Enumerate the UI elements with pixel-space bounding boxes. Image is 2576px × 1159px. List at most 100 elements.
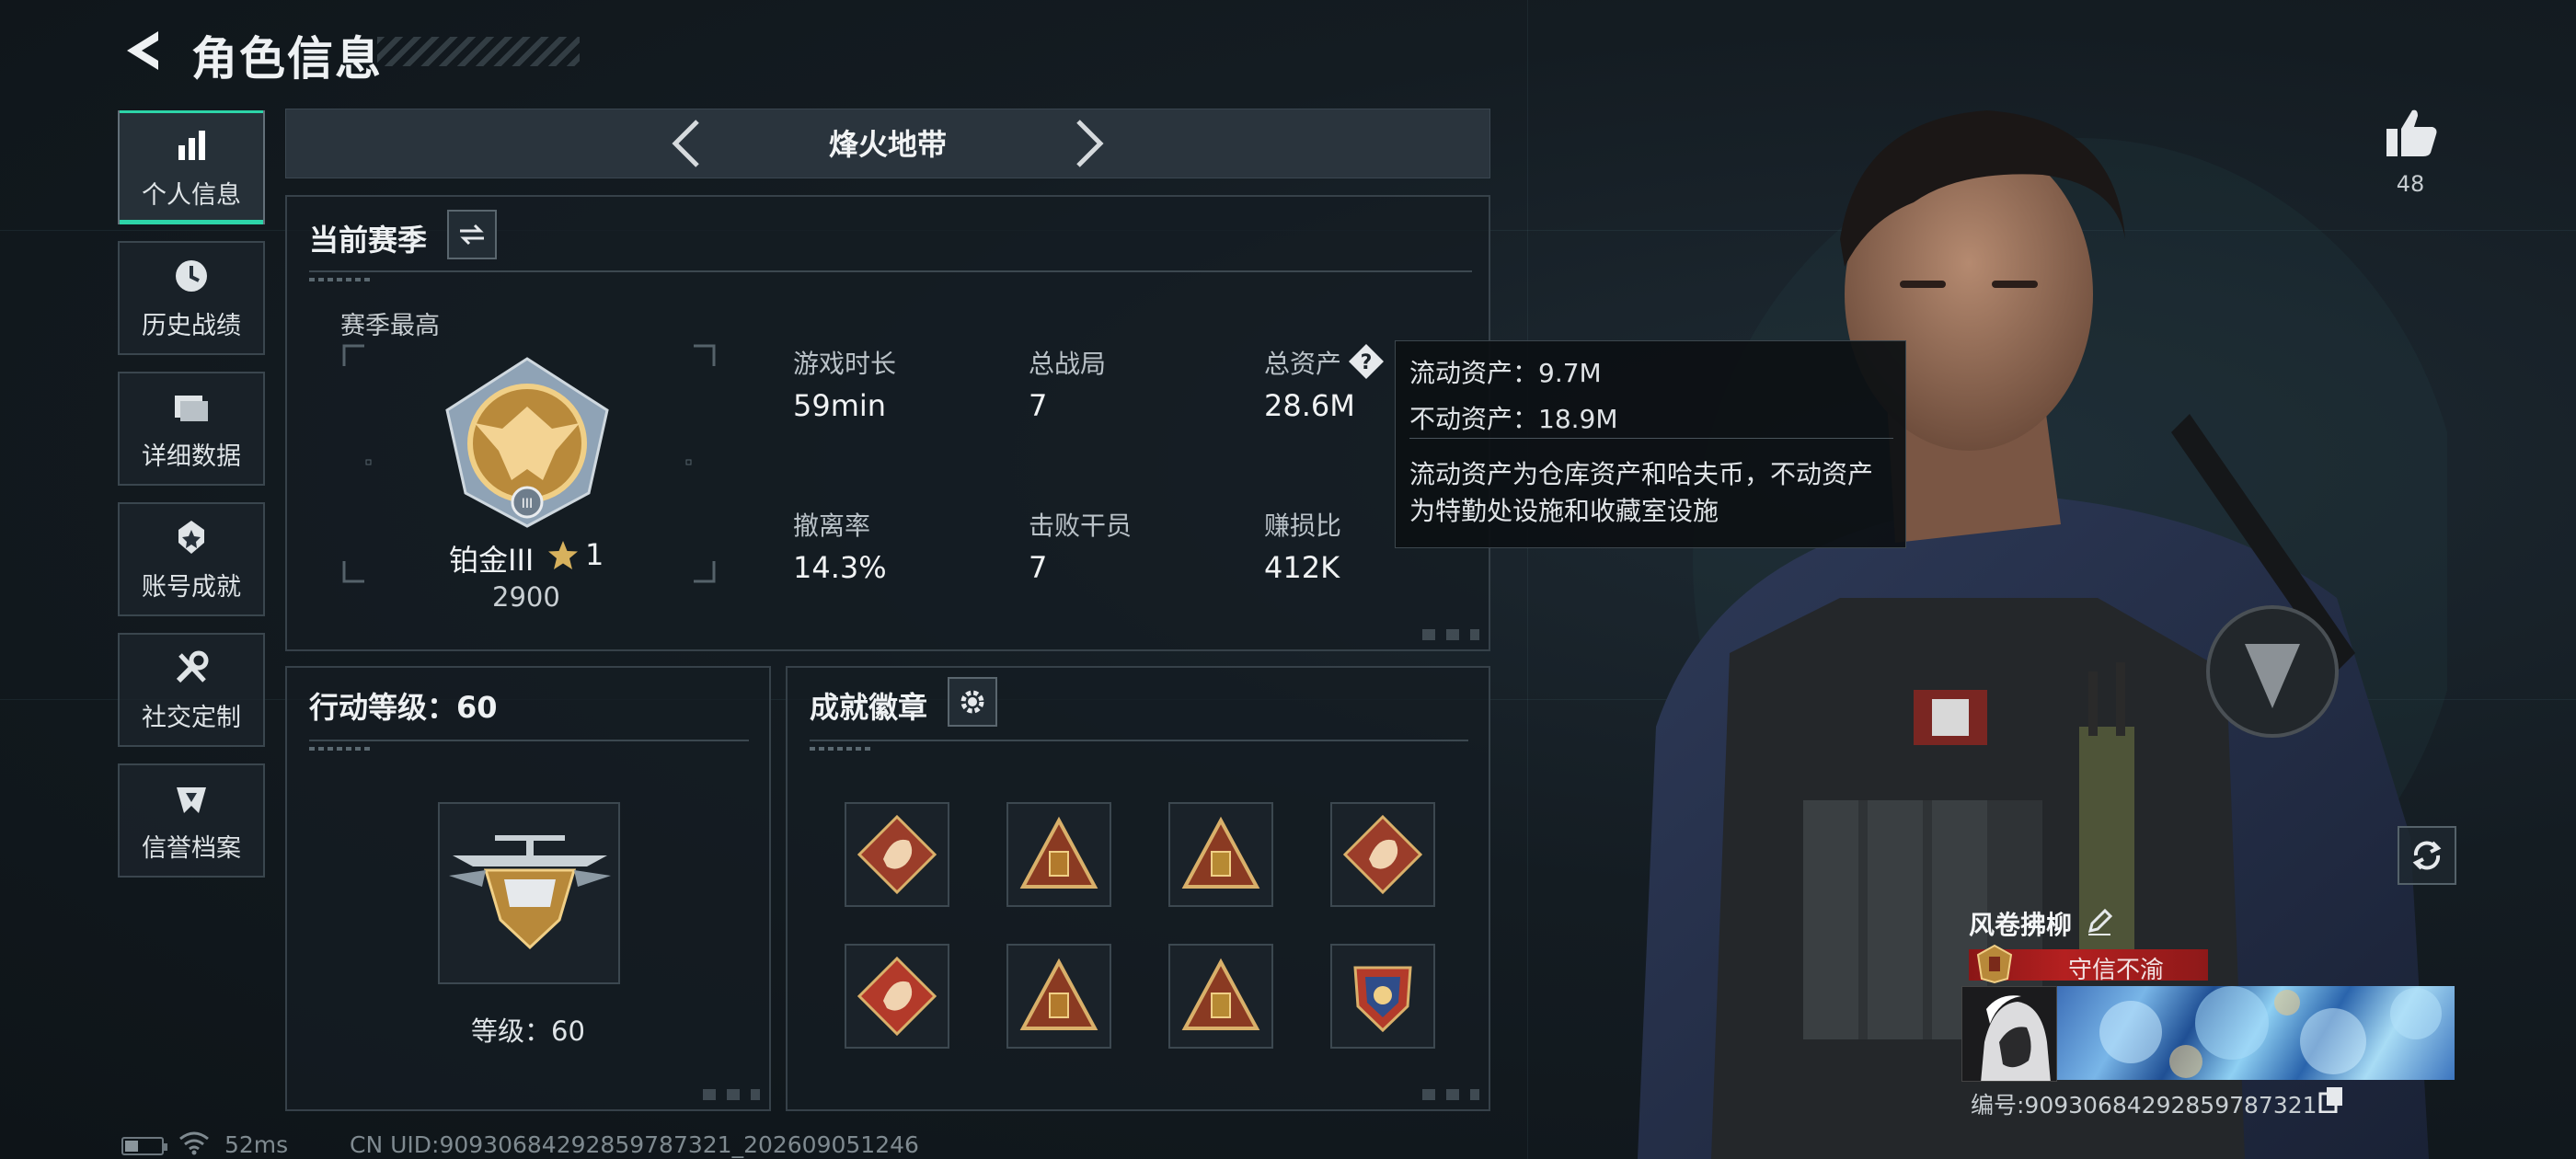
- back-button[interactable]: [118, 26, 166, 75]
- season-title: 当前赛季: [309, 223, 428, 258]
- nav-label: 社交定制: [142, 703, 241, 732]
- divider: [810, 740, 1468, 741]
- badge-slot[interactable]: [1330, 944, 1435, 1049]
- stat-label-assets: 总资产: [1264, 349, 1342, 379]
- avatar[interactable]: [1961, 986, 2057, 1082]
- wifi-icon: [179, 1131, 209, 1155]
- gear-icon: [960, 690, 984, 714]
- badge-slot[interactable]: [1330, 802, 1435, 907]
- tooltip-description-2: 为特勤处设施和收藏室设施: [1409, 496, 1719, 526]
- folder-icon: [175, 395, 208, 421]
- divider-decoration: [309, 747, 374, 751]
- badges-title: 成就徽章: [810, 690, 928, 725]
- rank-emblem-icon: III: [445, 357, 609, 528]
- nav-item-personal-info[interactable]: 个人信息: [118, 110, 265, 224]
- rotate-model-button[interactable]: [2398, 826, 2456, 885]
- dragon-badge-icon: [1342, 814, 1423, 895]
- badges-settings-button[interactable]: [948, 677, 997, 727]
- page-title: 角色信息: [191, 32, 383, 86]
- edit-name-icon[interactable]: [2085, 907, 2114, 936]
- stat-label-kills: 击败干员: [1029, 511, 1133, 541]
- dragon-badge-icon: [857, 814, 937, 895]
- stat-value-extract-rate: 14.3%: [793, 550, 887, 585]
- avatar-portrait: [1962, 987, 2056, 1081]
- battery-level: [125, 1141, 138, 1152]
- stat-value-kills: 7: [1029, 550, 1048, 585]
- season-best-label: 赛季最高: [340, 312, 440, 340]
- divider: [309, 740, 749, 741]
- badge-slot[interactable]: [1168, 802, 1273, 907]
- tools-icon: [176, 650, 209, 683]
- nav-label: 信誉档案: [142, 833, 241, 863]
- flower-pattern: [2099, 986, 2442, 1078]
- panel-decoration: [1415, 1089, 1479, 1100]
- mode-next-button[interactable]: [1060, 116, 1115, 171]
- rank-score: 2900: [492, 581, 560, 613]
- clock-icon: [176, 259, 207, 292]
- stat-label-playtime: 游戏时长: [793, 349, 897, 379]
- season-switch-button[interactable]: [447, 210, 497, 259]
- copy-icon[interactable]: [2318, 1085, 2344, 1113]
- nav-item-social[interactable]: 社交定制: [118, 633, 265, 747]
- nav-label: 个人信息: [142, 180, 241, 210]
- helicopter-emblem-icon: [449, 835, 611, 950]
- level-label: 等级：60: [471, 1016, 585, 1047]
- mode-label: 烽火地带: [828, 127, 947, 162]
- badge-slot[interactable]: [845, 944, 949, 1049]
- player-name: 风卷拂柳: [1969, 910, 2073, 940]
- mode-prev-button[interactable]: [661, 116, 716, 171]
- panel-decoration: [696, 1089, 760, 1100]
- tooltip-description-1: 流动资产为仓库资产和哈夫币，不动资产: [1409, 459, 1874, 489]
- badge-slot[interactable]: [1006, 944, 1111, 1049]
- divider-decoration: [309, 278, 374, 281]
- uid-readout: CN UID:9093068429285978732​1_20260905124…: [350, 1131, 919, 1158]
- player-title: 守信不渝: [2067, 957, 2164, 984]
- svg-text:III: III: [522, 497, 533, 511]
- action-level-title: 行动等级：60: [309, 690, 498, 725]
- divider-decoration: [810, 747, 874, 751]
- nav-item-reputation[interactable]: 信誉档案: [118, 763, 265, 878]
- achievement-icon: [178, 520, 204, 554]
- stat-label-matches: 总战局: [1029, 349, 1107, 379]
- nav-label: 历史战绩: [142, 311, 241, 340]
- stat-label-profit-ratio: 赚损比: [1264, 511, 1342, 541]
- stat-value-profit-ratio: 412K: [1264, 550, 1340, 585]
- badge-slot[interactable]: [845, 802, 949, 907]
- stat-label-extract-rate: 撤离率: [793, 511, 871, 541]
- tooltip-liquid-assets: 流动资产：9.7M: [1409, 358, 1602, 388]
- nav-label: 详细数据: [142, 442, 241, 471]
- nav-item-achievements[interactable]: 账号成就: [118, 502, 265, 616]
- svg-text:?: ?: [1361, 351, 1373, 374]
- star-icon: [548, 541, 578, 569]
- panel-decoration: [1415, 629, 1479, 640]
- shield-badge-icon: [1353, 966, 1412, 1033]
- tooltip-fixed-assets: 不动资产：18.9M: [1409, 404, 1618, 434]
- nav-item-history[interactable]: 历史战绩: [118, 241, 265, 355]
- title-emblem-icon: [1976, 944, 2013, 984]
- scroll-badge-icon: [1181, 958, 1260, 1030]
- name-card-banner[interactable]: [2057, 986, 2455, 1080]
- star-emblem-badge-icon: [857, 956, 937, 1037]
- lantern-badge-icon: [1181, 816, 1260, 889]
- swap-icon: [460, 224, 484, 246]
- help-icon[interactable]: ?: [1347, 342, 1386, 381]
- like-button[interactable]: [2381, 103, 2440, 162]
- rank-name: 铂金III: [449, 543, 535, 578]
- rotate-icon: [2412, 841, 2442, 870]
- helmet-badge-icon: [1019, 958, 1098, 1030]
- like-count: 48: [2396, 171, 2425, 197]
- battery-icon: [121, 1137, 167, 1155]
- nav-item-details[interactable]: 详细数据: [118, 372, 265, 486]
- player-id: 编号:9093068429285978732​1: [1971, 1092, 2317, 1119]
- stat-value-playtime: 59min: [793, 388, 887, 423]
- badge-slot[interactable]: [1168, 944, 1273, 1049]
- divider: [309, 270, 1472, 272]
- bar-chart-icon: [178, 130, 205, 160]
- rank-stars: 1: [585, 537, 604, 572]
- ping-readout: 52ms: [224, 1131, 289, 1158]
- title-decoration: [377, 37, 580, 66]
- nav-label: 账号成就: [142, 572, 241, 602]
- stat-value-matches: 7: [1029, 388, 1048, 423]
- badge-slot[interactable]: [1006, 802, 1111, 907]
- stat-value-assets: 28.6M: [1264, 388, 1355, 423]
